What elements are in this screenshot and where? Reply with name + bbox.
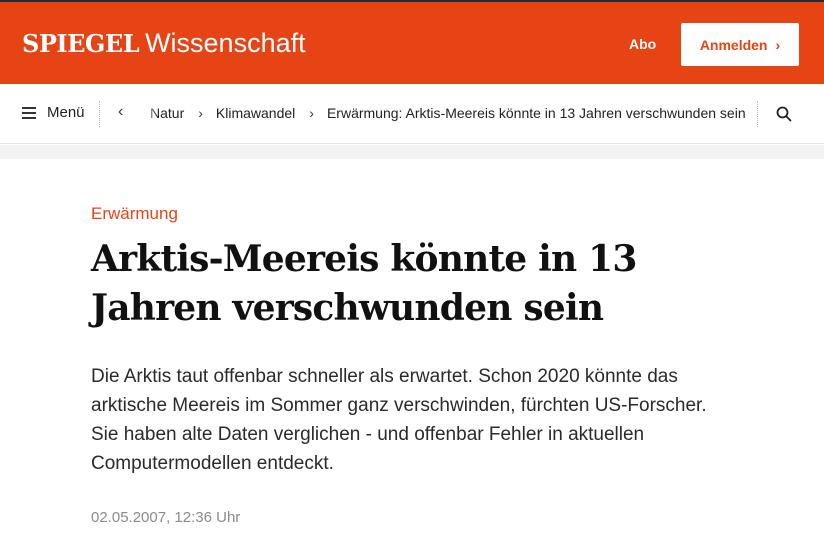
login-button[interactable]: Anmelden › [681,23,799,66]
site-header: SPIEGEL Wissenschaft Abo Anmelden › [0,0,824,84]
chevron-right-icon: › [775,36,781,53]
chevron-left-icon[interactable]: ‹ [118,103,123,121]
navigation-bar: Menü ‹ Natur › Klimawandel › Erwärmung: … [0,84,824,144]
abo-link[interactable]: Abo [629,36,656,52]
search-icon[interactable] [776,106,792,122]
chevron-right-icon: › [198,105,203,121]
menu-label: Menü [47,104,85,121]
article-date: 02.05.2007, 12:36 Uhr [91,509,241,526]
hamburger-icon [22,106,36,119]
logo-brand: SPIEGEL [22,29,140,58]
section-divider [0,145,824,159]
article-teaser: Die Arktis taut offenbar schneller als e… [91,366,707,474]
login-button-label: Anmelden [699,36,768,53]
divider [99,101,100,127]
article-kicker: Erwärmung [91,204,178,223]
breadcrumb-current[interactable]: Erwärmung: Arktis-Meereis könnte in 13 J… [327,105,746,121]
logo-section: Wissenschaft [145,28,306,58]
logo[interactable]: SPIEGEL Wissenschaft [22,28,306,62]
chevron-right-icon: › [309,105,314,121]
divider [757,101,758,127]
breadcrumb: Natur › Klimawandel › Erwärmung: Arktis-… [150,105,746,121]
breadcrumb-fade [140,94,158,134]
breadcrumb-klimawandel[interactable]: Klimawandel [216,105,295,121]
article-headline: Arktis-Meereis könnte in 13 Jahren versc… [91,238,637,329]
menu-button[interactable]: Menü [22,104,85,121]
